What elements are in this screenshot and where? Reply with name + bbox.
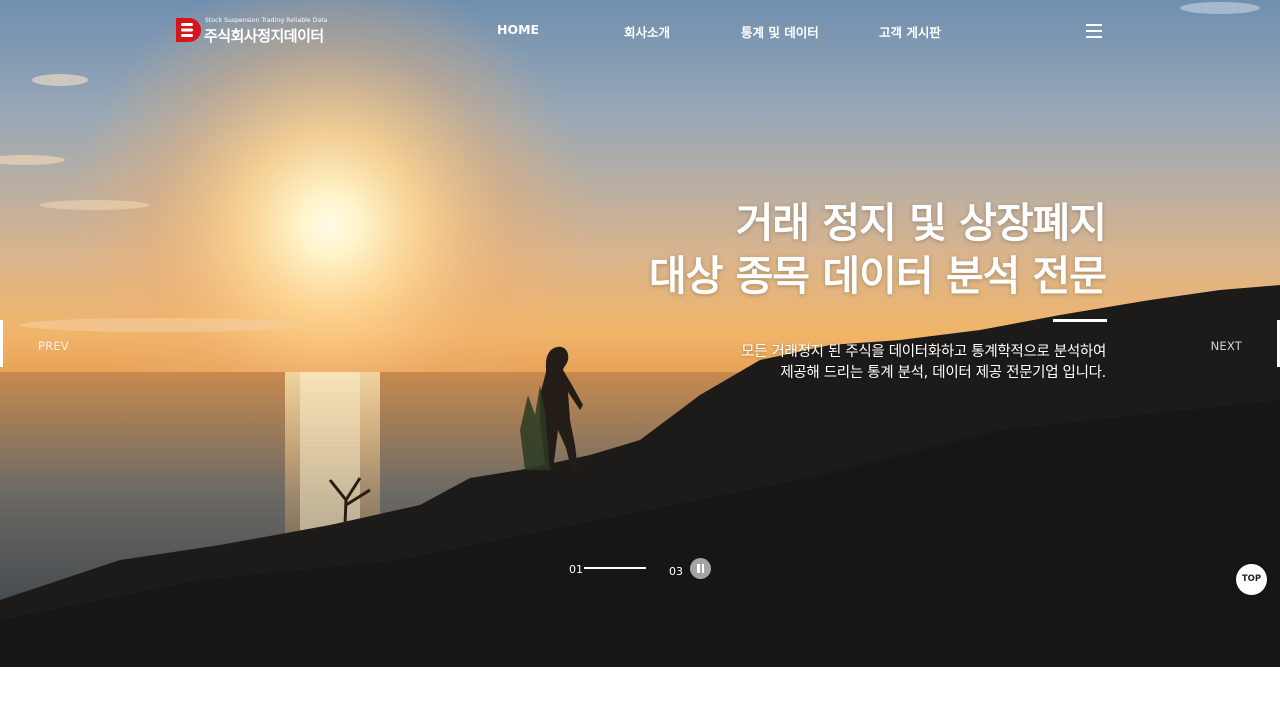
- logo-tagline: Stock Suspension Trading Reliable Data: [205, 17, 328, 24]
- hamburger-icon[interactable]: [1086, 24, 1104, 38]
- hero-desc-line2: 제공해 드리는 통계 분석, 데이터 제공 전문기업 입니다.: [780, 365, 1106, 381]
- pager-current: 01: [569, 563, 583, 576]
- nav-board[interactable]: 고객 게시판: [879, 22, 941, 41]
- hero-desc-line1: 모든 거래정지 된 주식을 데이터화하고 통계학적으로 분석하여: [741, 344, 1106, 360]
- hero-title-line1: 거래 정지 및 상장폐지: [735, 199, 1107, 247]
- prev-label: PREV: [38, 339, 69, 353]
- scroll-top-button[interactable]: TOP: [1236, 564, 1267, 595]
- logo-icon: [176, 18, 201, 42]
- site-logo[interactable]: Stock Suspension Trading Reliable Data 주…: [175, 17, 340, 45]
- next-button[interactable]: NEXT: [1190, 320, 1280, 367]
- pager-progress-bar: [584, 567, 646, 569]
- prev-button[interactable]: PREV: [0, 320, 90, 367]
- logo-name: 주식회사정지데이터: [204, 27, 324, 45]
- hero-title: 거래 정지 및 상장폐지 대상 종목 데이터 분석 전문: [406, 197, 1107, 303]
- next-label: NEXT: [1210, 339, 1242, 353]
- nav-statistics[interactable]: 통계 및 데이터: [741, 22, 819, 41]
- nav-home[interactable]: HOME: [497, 22, 539, 37]
- hero-description: 모든 거래정지 된 주식을 데이터화하고 통계학적으로 분석하여 제공해 드리는…: [406, 342, 1106, 384]
- hero-divider: [1053, 319, 1107, 322]
- pager-total: 03: [669, 565, 683, 578]
- hero-slider: Stock Suspension Trading Reliable Data 주…: [0, 0, 1280, 667]
- nav-about[interactable]: 회사소개: [624, 22, 670, 41]
- hero-title-line2: 대상 종목 데이터 분석 전문: [648, 252, 1107, 300]
- pause-icon[interactable]: [690, 558, 711, 579]
